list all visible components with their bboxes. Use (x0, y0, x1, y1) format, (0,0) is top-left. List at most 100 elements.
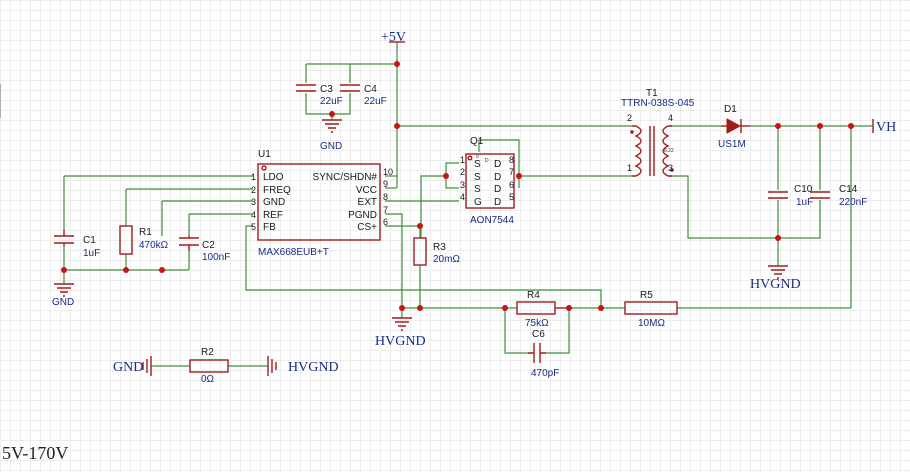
u1-pin-sync: SYNC/SHDN# (313, 172, 378, 183)
r2-resistor[interactable]: R2 0Ω (189, 347, 229, 385)
r4-ref: R4 (527, 290, 540, 301)
q1-pin-s1: S (474, 159, 481, 170)
u1-pin-ldo: LDO (263, 172, 284, 183)
c14-ref: C14 (839, 184, 858, 195)
u1-pinnum-8: 8 (383, 192, 388, 202)
u1-pin-freq: FREQ (263, 185, 291, 196)
u1-pinnum-5: 5 (251, 222, 256, 232)
u1-pinnum-7: 7 (383, 205, 388, 215)
vcc-label: +5V (381, 30, 406, 45)
r2-value: 0Ω (201, 374, 215, 385)
schematic-canvas: { "nets": { "vcc": "+5V", "vh": "VH", "h… (0, 0, 910, 472)
q1-pinnum-4: 4 (460, 192, 465, 202)
c1-ref: C1 (83, 235, 96, 246)
r1-ref: R1 (139, 227, 152, 238)
r3-value: 20mΩ (433, 254, 460, 265)
r3-resistor[interactable]: R3 20mΩ (413, 237, 460, 266)
vh-label: VH (876, 120, 896, 135)
c3-value: 22uF (320, 96, 343, 107)
r2-ref: R2 (201, 347, 214, 358)
u1-pin-gnd: GND (263, 197, 285, 208)
t1-transformer[interactable]: T1 TTRN-038S-045 2 4 1 3 8.22 (621, 88, 695, 177)
c2-ref: C2 (202, 240, 215, 251)
q1-pin-d8: D (494, 159, 501, 170)
c14-value: 220nF (839, 197, 867, 208)
q1-pin-d7: D (494, 172, 501, 183)
hvgnd-out-symbol: HVGND (750, 265, 801, 292)
q1-pinnum-5: 5 (509, 192, 514, 202)
r5-ref: R5 (640, 290, 653, 301)
u1-pin-cs: CS+ (357, 222, 377, 233)
vh-symbol: VH (872, 119, 896, 135)
r1-value: 470kΩ (139, 240, 169, 251)
u1-value: MAX668EUB+T (258, 247, 329, 258)
q1-pin-g: G (474, 197, 482, 208)
hvgnd-out-label: HVGND (750, 277, 801, 292)
c1-capacitor[interactable]: C1 1uF (54, 230, 100, 259)
c14-capacitor[interactable]: C14 220nF (810, 184, 867, 208)
t1-pin-4: 4 (668, 113, 673, 123)
u1-pinnum-6: 6 (383, 217, 388, 227)
u1-pinnum-2: 2 (251, 185, 256, 195)
u1-pin-fb: FB (263, 222, 276, 233)
hvgnd-net-symbol: HVGND (267, 356, 339, 376)
q1-pinnum-6: 6 (509, 180, 514, 190)
junction-dots (61, 61, 854, 311)
voltage-caption: 5V-170V (2, 443, 68, 463)
q1-value: AON7544 (470, 215, 514, 226)
c10-ref: C10 (794, 184, 813, 195)
u1-pinnum-4: 4 (251, 210, 256, 220)
gnd-net-symbol: GND (113, 356, 152, 376)
t1-tag: 8.22 (664, 148, 674, 154)
d1-diode[interactable]: D1 US1M (718, 104, 750, 150)
c4-ref: C4 (364, 84, 377, 95)
c2-value: 100nF (202, 252, 230, 263)
r3-ref: R3 (433, 242, 446, 253)
gnd-c1-symbol: GND (52, 283, 74, 308)
c2-capacitor[interactable]: C2 100nF (179, 236, 230, 263)
r4-value: 75kΩ (525, 318, 549, 329)
q1-pinnum-3: 3 (460, 180, 465, 190)
c1-value: 1uF (83, 248, 100, 259)
gnd-net-label: GND (113, 360, 143, 375)
c6-value: 470pF (531, 368, 559, 379)
c3-capacitor[interactable]: C3 22uF (296, 84, 343, 107)
hvgnd-pgnd-symbol: HVGND (375, 317, 426, 349)
u1-pin-vcc: VCC (356, 185, 377, 196)
c4-value: 22uF (364, 96, 387, 107)
q1-pin-d5: D (494, 197, 501, 208)
u1-pinnum-9: 9 (383, 179, 388, 189)
q1-aon7544[interactable]: Q1 AON7544 9 D S S S G D D D D 1 2 3 4 8… (460, 136, 515, 226)
q1-pinnum-2: 2 (460, 167, 465, 177)
r5-resistor[interactable]: R5 10MΩ (624, 290, 678, 329)
schematic-drawing: U1 MAX668EUB+T LDO FREQ GND REF FB SYNC/… (0, 30, 896, 463)
q1-pin-s2: S (474, 172, 481, 183)
hvgnd-net-label: HVGND (288, 360, 339, 375)
t1-pin-2: 2 (627, 113, 632, 123)
c3-ref: C3 (320, 84, 333, 95)
r5-value: 10MΩ (638, 318, 665, 329)
d1-value: US1M (718, 139, 746, 150)
c4-capacitor[interactable]: C4 22uF (340, 84, 387, 107)
d1-ref: D1 (724, 104, 737, 115)
u1-ref: U1 (258, 149, 271, 160)
c6-ref: C6 (532, 329, 545, 340)
q1-pinnum-7: 7 (509, 167, 514, 177)
t1-value: TTRN-038S-045 (621, 98, 695, 109)
c6-capacitor[interactable]: C6 470pF (528, 329, 559, 379)
r4-resistor[interactable]: R4 75kΩ (516, 290, 569, 329)
vcc-symbol: +5V (381, 30, 406, 45)
q1-ref: Q1 (470, 136, 484, 147)
r1-resistor[interactable]: R1 470kΩ (119, 225, 169, 255)
gnd-c1-label: GND (52, 297, 74, 308)
q1-pin-d6: D (494, 184, 501, 195)
q1-pinnum-1: 1 (460, 155, 465, 165)
gnd-c34-symbol: GND (320, 119, 342, 152)
u1-max668[interactable]: U1 MAX668EUB+T LDO FREQ GND REF FB SYNC/… (251, 149, 393, 258)
u1-pin-ref: REF (263, 210, 283, 221)
q1-pad-label: D (485, 158, 489, 164)
u1-pin-pgnd: PGND (348, 210, 377, 221)
hvgnd-pgnd-label: HVGND (375, 334, 426, 349)
t1-pin-3: 3 (668, 163, 673, 173)
c10-capacitor[interactable]: C10 1uF (768, 184, 813, 208)
